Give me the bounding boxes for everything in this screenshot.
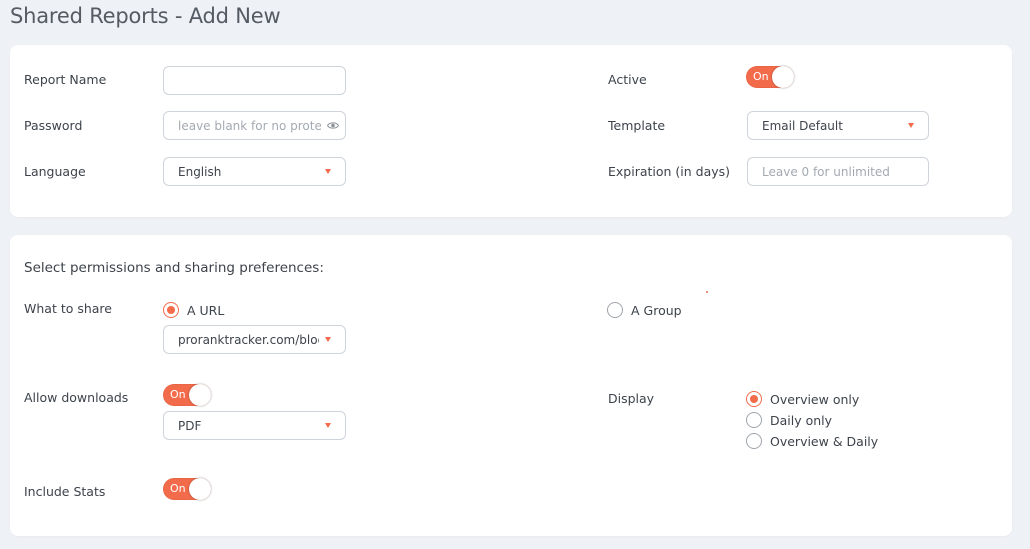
page-title: Shared Reports - Add New xyxy=(10,4,281,28)
eye-icon[interactable] xyxy=(327,121,339,130)
language-select[interactable]: English xyxy=(163,157,346,186)
share-url-select[interactable]: proranktracker.com/blog/a xyxy=(163,325,346,354)
toggle-knob xyxy=(189,478,211,500)
allow-downloads-toggle[interactable]: On xyxy=(163,384,211,406)
report-name-input[interactable] xyxy=(178,73,331,88)
share-url-value: proranktracker.com/blog/a xyxy=(178,332,319,347)
password-input[interactable] xyxy=(178,118,321,133)
toggle-knob xyxy=(189,384,211,406)
share-url-radio[interactable] xyxy=(163,302,179,318)
include-stats-toggle-state: On xyxy=(170,482,186,495)
download-format-select[interactable]: PDF xyxy=(163,411,346,440)
what-to-share-label: What to share xyxy=(24,301,112,316)
language-label: Language xyxy=(24,164,86,179)
share-group-radio[interactable] xyxy=(607,302,623,318)
display-overview-radio[interactable] xyxy=(746,391,762,407)
allow-downloads-toggle-state: On xyxy=(170,388,186,401)
display-overview-label[interactable]: Overview only xyxy=(770,392,859,407)
expiration-input[interactable] xyxy=(762,164,914,179)
download-format-value: PDF xyxy=(178,418,202,433)
active-toggle-state: On xyxy=(753,70,769,83)
permissions-title: Select permissions and sharing preferenc… xyxy=(24,260,324,276)
share-url-label[interactable]: A URL xyxy=(187,303,224,318)
password-label: Password xyxy=(24,118,83,133)
include-stats-toggle[interactable]: On xyxy=(163,478,211,500)
display-label: Display xyxy=(608,391,655,406)
chevron-down-icon xyxy=(908,123,914,128)
allow-downloads-label: Allow downloads xyxy=(24,390,129,405)
permissions-card: Select permissions and sharing preferenc… xyxy=(10,235,1012,536)
toggle-knob xyxy=(772,66,794,88)
report-name-label: Report Name xyxy=(24,72,107,87)
language-value: English xyxy=(178,164,222,179)
expiration-label: Expiration (in days) xyxy=(608,164,731,179)
chevron-down-icon xyxy=(325,169,331,174)
active-toggle[interactable]: On xyxy=(746,66,794,88)
template-label: Template xyxy=(608,118,666,133)
password-field[interactable] xyxy=(163,111,346,140)
template-value: Email Default xyxy=(762,118,843,133)
report-name-field[interactable] xyxy=(163,66,346,95)
chevron-down-icon xyxy=(325,423,331,428)
active-label: Active xyxy=(608,72,647,87)
chevron-down-icon xyxy=(325,337,331,342)
display-daily-label[interactable]: Daily only xyxy=(770,413,832,428)
share-group-label[interactable]: A Group xyxy=(631,303,682,318)
expiration-field[interactable] xyxy=(747,157,929,186)
display-overview-daily-radio[interactable] xyxy=(746,433,762,449)
display-daily-radio[interactable] xyxy=(746,412,762,428)
decorative-speck xyxy=(706,291,708,293)
display-overview-daily-label[interactable]: Overview & Daily xyxy=(770,434,878,449)
template-select[interactable]: Email Default xyxy=(747,111,929,140)
include-stats-label: Include Stats xyxy=(24,484,106,499)
general-settings-card: Report Name Password Language English Ac… xyxy=(10,45,1012,217)
